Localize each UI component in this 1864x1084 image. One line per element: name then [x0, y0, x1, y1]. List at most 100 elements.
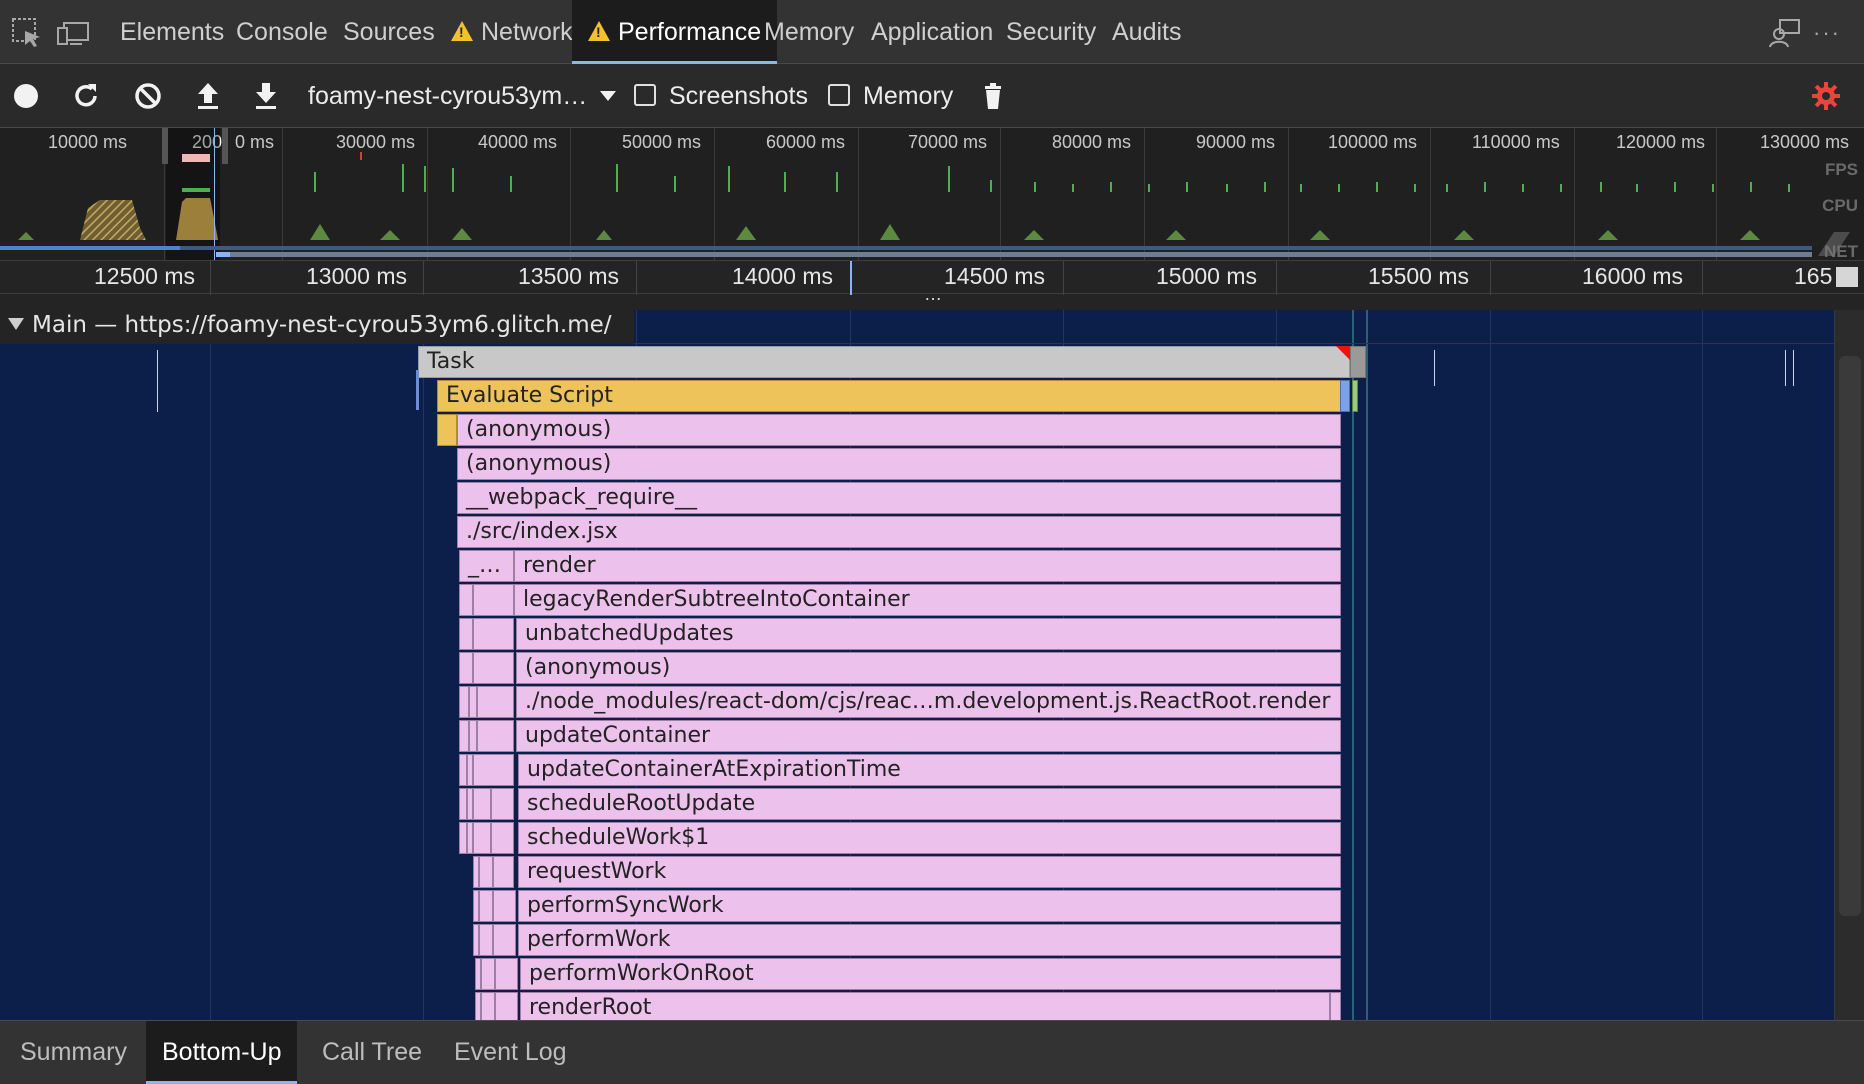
- js-frame[interactable]: [459, 618, 473, 650]
- js-frame-webpack-require[interactable]: __webpack_require__: [457, 482, 1341, 514]
- ruler-tick: [636, 261, 637, 295]
- expand-triangle-icon[interactable]: [8, 318, 24, 330]
- more-options-icon[interactable]: ···: [1810, 16, 1844, 50]
- event-marker[interactable]: [1434, 350, 1435, 386]
- screenshots-label: Screenshots: [669, 82, 808, 110]
- timeline-overview[interactable]: 10000 ms 200 0 ms 30000 ms 40000 ms 5000…: [0, 128, 1864, 261]
- js-frame[interactable]: [473, 584, 514, 616]
- js-frame[interactable]: [491, 822, 514, 854]
- js-frame-anonymous[interactable]: (anonymous): [457, 414, 1341, 446]
- js-frame[interactable]: [493, 890, 516, 922]
- js-frame[interactable]: [459, 822, 467, 854]
- evaluate-script-frame[interactable]: Evaluate Script: [437, 380, 1341, 412]
- js-frame[interactable]: [495, 958, 518, 990]
- js-frame-perform-work-on-root[interactable]: performWorkOnRoot: [520, 958, 1341, 990]
- ruler-label: 13500 ms: [518, 263, 620, 289]
- js-frame[interactable]: [459, 720, 469, 752]
- tab-event-log[interactable]: Event Log: [438, 1021, 583, 1084]
- js-frame[interactable]: [1352, 380, 1358, 412]
- js-frame-truncated[interactable]: _…: [459, 550, 514, 582]
- tab-call-tree[interactable]: Call Tree: [306, 1021, 438, 1084]
- js-frame[interactable]: [481, 958, 495, 990]
- js-frame-render[interactable]: render: [514, 550, 1341, 582]
- event-marker[interactable]: [1793, 350, 1794, 386]
- js-frame-anonymous[interactable]: (anonymous): [516, 652, 1341, 684]
- record-icon[interactable]: [8, 78, 44, 114]
- tab-memory[interactable]: Memory: [764, 0, 854, 63]
- tab-audits[interactable]: Audits: [1112, 0, 1181, 63]
- js-frame[interactable]: [1340, 380, 1350, 412]
- task-frame[interactable]: [1350, 346, 1366, 378]
- warning-icon: [451, 21, 473, 41]
- memory-checkbox[interactable]: [828, 84, 850, 106]
- feedback-icon[interactable]: [1768, 16, 1802, 50]
- js-frame[interactable]: [493, 924, 516, 956]
- device-toolbar-icon[interactable]: [56, 16, 90, 50]
- inspect-element-icon[interactable]: [10, 16, 44, 50]
- ruler-scroll-handle[interactable]: [1836, 267, 1858, 287]
- js-frame-request-work[interactable]: requestWork: [518, 856, 1341, 888]
- js-frame[interactable]: [459, 788, 467, 820]
- tab-elements[interactable]: Elements: [120, 0, 224, 63]
- flame-chart[interactable]: Task Evaluate Script (anonymous) (anonym…: [0, 310, 1834, 1024]
- js-frame[interactable]: [473, 754, 514, 786]
- tab-network[interactable]: Network: [451, 0, 573, 63]
- load-profile-icon[interactable]: [190, 78, 226, 114]
- task-frame[interactable]: Task: [418, 346, 1350, 378]
- tab-console[interactable]: Console: [236, 0, 328, 63]
- event-marker[interactable]: [157, 350, 158, 412]
- js-frame[interactable]: [493, 856, 514, 888]
- js-frame[interactable]: [477, 720, 514, 752]
- screenshots-checkbox[interactable]: [634, 84, 656, 106]
- js-frame[interactable]: [491, 788, 514, 820]
- ruler-label: 14500 ms: [944, 263, 1046, 289]
- js-frame[interactable]: [473, 652, 514, 684]
- js-frame-reactroot-render[interactable]: ./node_modules/react-dom/cjs/reac…m.deve…: [516, 686, 1341, 718]
- event-marker[interactable]: [1785, 350, 1786, 386]
- tab-sources[interactable]: Sources: [343, 0, 435, 63]
- js-frame[interactable]: [479, 856, 493, 888]
- js-frame-update-container-at-expiration[interactable]: updateContainerAtExpirationTime: [518, 754, 1341, 786]
- js-frame-anonymous[interactable]: (anonymous): [457, 448, 1341, 480]
- timing-marker: [1352, 310, 1354, 1020]
- js-frame[interactable]: [473, 618, 514, 650]
- save-profile-icon[interactable]: [248, 78, 284, 114]
- js-frame[interactable]: [459, 652, 473, 684]
- js-frame[interactable]: [469, 686, 477, 718]
- js-frame-perform-sync-work[interactable]: performSyncWork: [518, 890, 1341, 922]
- tab-summary[interactable]: Summary: [4, 1021, 143, 1084]
- js-frame-schedule-root-update[interactable]: scheduleRootUpdate: [518, 788, 1341, 820]
- js-frame-update-container[interactable]: updateContainer: [516, 720, 1341, 752]
- js-frame[interactable]: [459, 686, 469, 718]
- js-frame[interactable]: [437, 414, 457, 446]
- js-frame-legacy-render-subtree[interactable]: legacyRenderSubtreeIntoContainer: [514, 584, 1341, 616]
- ruler-tick: [1702, 261, 1703, 295]
- profile-select[interactable]: foamy-nest-cyrou53ym…: [308, 78, 587, 114]
- clear-icon[interactable]: [130, 78, 166, 114]
- js-frame-index-jsx[interactable]: ./src/index.jsx: [457, 516, 1341, 548]
- js-frame[interactable]: [477, 686, 514, 718]
- tab-security[interactable]: Security: [1006, 0, 1096, 63]
- capture-settings-icon[interactable]: [1808, 78, 1844, 114]
- js-frame[interactable]: [459, 754, 467, 786]
- js-frame-unbatched-updates[interactable]: unbatchedUpdates: [516, 618, 1341, 650]
- dropdown-arrow-icon[interactable]: [590, 78, 626, 114]
- js-frame[interactable]: [479, 890, 493, 922]
- js-frame[interactable]: [473, 788, 491, 820]
- js-frame[interactable]: [459, 584, 473, 616]
- tab-performance[interactable]: Performance: [572, 0, 778, 64]
- js-frame-schedule-work[interactable]: scheduleWork$1: [518, 822, 1341, 854]
- long-task-warning-icon: [1336, 346, 1350, 360]
- tab-application[interactable]: Application: [871, 0, 993, 63]
- collect-garbage-icon[interactable]: [975, 78, 1011, 114]
- ruler-tick: [423, 261, 424, 295]
- reload-icon[interactable]: [68, 78, 104, 114]
- js-frame[interactable]: [469, 720, 477, 752]
- main-track-title[interactable]: Main — https://foamy-nest-cyrou53ym6.gli…: [32, 312, 612, 338]
- js-frame[interactable]: [479, 924, 493, 956]
- js-frame[interactable]: [473, 822, 491, 854]
- js-frame-perform-work[interactable]: performWork: [518, 924, 1341, 956]
- scrollbar-thumb[interactable]: [1839, 356, 1861, 916]
- flame-vertical-scrollbar[interactable]: [1834, 310, 1864, 1020]
- tab-bottom-up[interactable]: Bottom-Up: [146, 1021, 298, 1084]
